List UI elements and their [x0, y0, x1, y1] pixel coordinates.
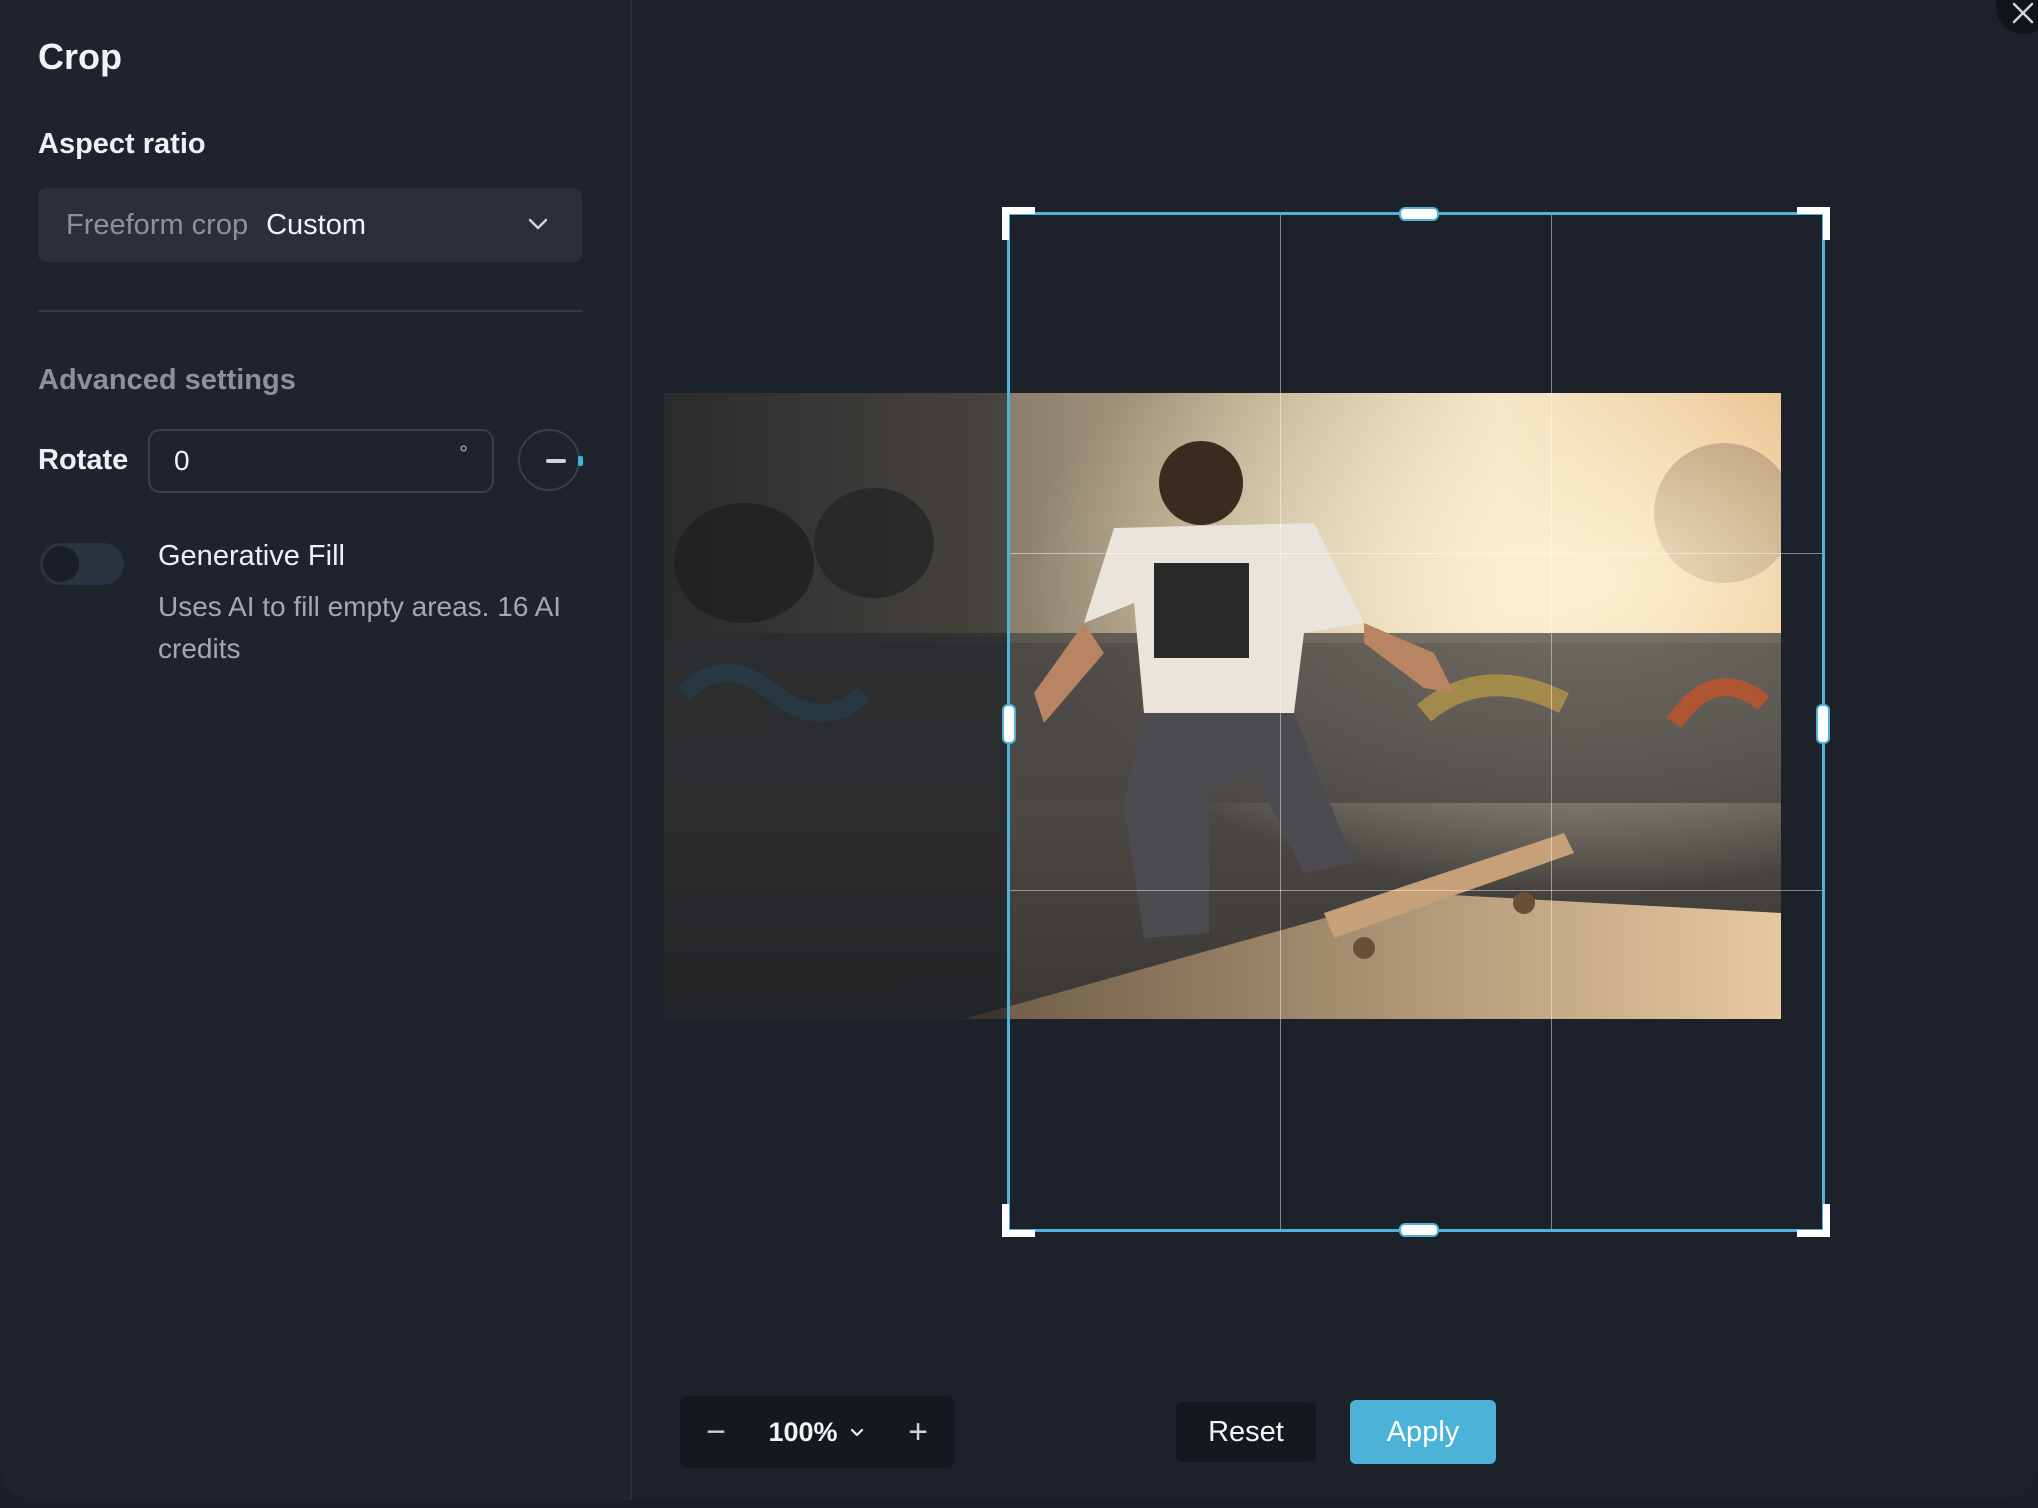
grid-line [1010, 552, 1822, 554]
crop-handle-top-left[interactable] [1002, 207, 1035, 240]
generative-fill-title: Generative Fill [158, 540, 345, 572]
grid-line [1280, 215, 1282, 1229]
crop-handle-top-right[interactable] [1797, 207, 1830, 240]
dial-tick [578, 456, 583, 466]
crop-handle-bottom-right[interactable] [1797, 1204, 1830, 1237]
rotate-input[interactable]: 0 ° [148, 429, 494, 493]
apply-button[interactable]: Apply [1350, 1400, 1496, 1464]
crop-frame[interactable] [1002, 207, 1830, 1237]
rotate-label: Rotate [38, 444, 129, 476]
dial-indicator [546, 459, 566, 463]
rotate-dial-icon[interactable] [518, 429, 583, 491]
crop-dialog: Crop Aspect ratio Freeform crop Custom A… [0, 0, 2038, 1500]
zoom-control: − 100% + [680, 1396, 954, 1468]
crop-handle-right[interactable] [1816, 704, 1830, 744]
advanced-settings-label: Advanced settings [38, 364, 296, 396]
panel-title: Crop [38, 36, 122, 77]
aspect-ratio-prefix: Freeform crop [66, 208, 249, 241]
aspect-ratio-value: Custom [266, 208, 367, 241]
crop-handle-left[interactable] [1002, 704, 1016, 744]
aspect-ratio-label: Aspect ratio [38, 128, 206, 160]
zoom-level-select[interactable]: 100% [752, 1417, 882, 1448]
toggle-knob [43, 546, 79, 582]
zoom-level-value: 100% [768, 1416, 838, 1447]
aspect-ratio-select[interactable]: Freeform crop Custom [38, 188, 582, 262]
chevron-down-icon [850, 1428, 863, 1437]
zoom-out-button[interactable]: − [680, 1396, 752, 1468]
outside-crop-mask [664, 393, 1009, 1019]
crop-handle-bottom[interactable] [1399, 1223, 1439, 1237]
generative-fill-toggle[interactable] [40, 543, 124, 585]
degree-unit: ° [459, 441, 468, 466]
chevron-down-icon [524, 210, 552, 238]
section-divider [38, 310, 582, 312]
rotate-value: 0 [174, 445, 190, 476]
crop-handle-top[interactable] [1399, 207, 1439, 221]
grid-line [1010, 890, 1822, 892]
zoom-in-button[interactable]: + [882, 1396, 954, 1468]
generative-fill-description: Uses AI to fill empty areas. 16 AI credi… [158, 591, 562, 664]
grid-line [1550, 215, 1552, 1229]
crop-handle-bottom-left[interactable] [1002, 1204, 1035, 1237]
crop-settings-panel: Crop Aspect ratio Freeform crop Custom A… [0, 0, 632, 1500]
reset-button[interactable]: Reset [1176, 1402, 1316, 1462]
